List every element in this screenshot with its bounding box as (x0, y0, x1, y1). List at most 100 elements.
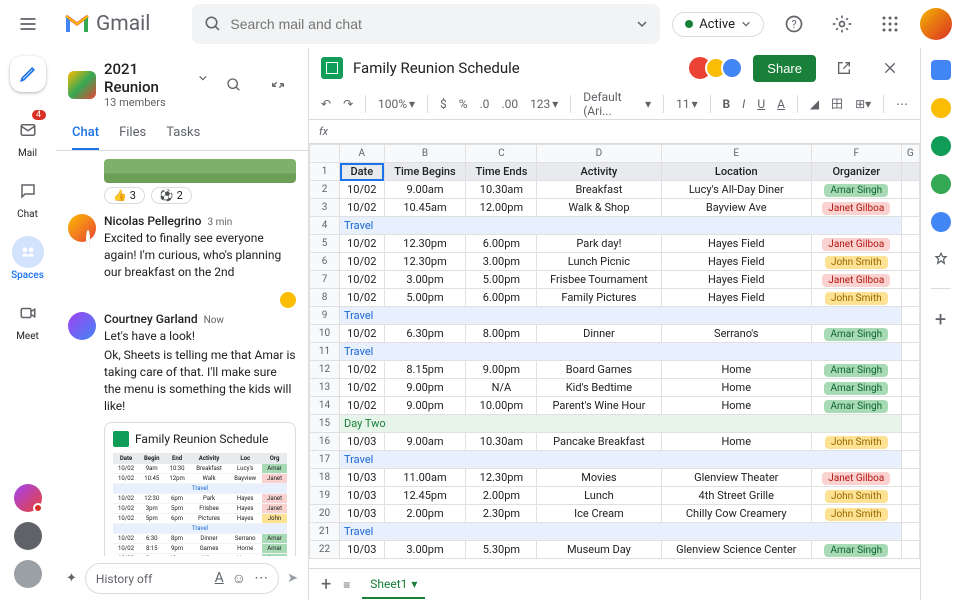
status-label: Active (699, 17, 735, 32)
sheets-icon (321, 57, 343, 79)
help-icon[interactable]: ? (776, 6, 812, 42)
left-navigation-rail: 4 Mail Chat Spaces Meet (0, 48, 56, 600)
maps-icon[interactable] (931, 212, 951, 232)
reaction-chip[interactable]: ⚽2 (151, 187, 192, 204)
all-sheets-icon[interactable]: ≡ (343, 578, 350, 592)
fill-color-button[interactable]: ◢ (810, 97, 819, 111)
space-title[interactable]: 2021 Reunion (104, 60, 208, 96)
chevron-down-icon (741, 19, 751, 29)
search-icon (204, 15, 222, 33)
sheet-panel: Family Reunion Schedule Share ↶ ↷ 100% ▾… (308, 48, 920, 600)
menu-icon[interactable] (8, 4, 48, 44)
borders-button[interactable]: 田 (831, 95, 843, 112)
addons-icon[interactable] (931, 250, 951, 270)
contacts-icon[interactable] (931, 174, 951, 194)
status-dot-icon (685, 20, 693, 28)
sheets-icon (113, 431, 129, 447)
tab-files[interactable]: Files (119, 117, 146, 150)
app-header: Gmail Active ? (0, 0, 960, 48)
italic-button[interactable]: I (742, 97, 745, 111)
compose-button[interactable] (10, 56, 46, 92)
status-pill[interactable]: Active (672, 12, 764, 37)
number-format-dropdown[interactable]: 123▾ (530, 97, 558, 111)
video-icon (19, 304, 37, 322)
sheet-tab[interactable]: Sheet1 ▾ (362, 571, 425, 599)
collaborator-avatars[interactable] (695, 57, 743, 79)
mail-badge: 4 (32, 110, 46, 120)
more-toolbar-icon[interactable]: ⋯ (896, 97, 908, 111)
nav-meet[interactable]: Meet (4, 291, 52, 348)
mail-icon (19, 121, 37, 139)
search-input[interactable] (230, 16, 636, 32)
font-size-dropdown[interactable]: 11 ▾ (676, 97, 698, 111)
reaction-avatar[interactable] (280, 292, 296, 308)
emoji-icon[interactable]: ☺ (232, 570, 246, 587)
gear-icon[interactable] (824, 6, 860, 42)
tab-tasks[interactable]: Tasks (166, 117, 200, 150)
decimal-dec-button[interactable]: .0 (479, 97, 489, 111)
sender-name: Courtney Garland (104, 312, 198, 326)
merge-button[interactable]: ⊞▾ (855, 97, 871, 111)
logo-text: Gmail (96, 12, 150, 36)
sheets-toolbar: ↶ ↷ 100% ▾ $ % .0 .00 123▾ Default (Ari.… (309, 88, 920, 120)
message-input[interactable]: History off A ☺ ⋯ (85, 563, 279, 594)
message-list[interactable]: 👍3 ⚽2 Nicolas Pellegrino3 min Excited to… (56, 151, 308, 556)
more-icon[interactable]: ⋯ (254, 570, 268, 587)
contact-avatar[interactable] (14, 560, 42, 588)
image-thumbnail[interactable] (104, 159, 296, 183)
redo-icon[interactable]: ↷ (343, 97, 353, 111)
message: Courtney GarlandNow Let's have a look! O… (68, 312, 296, 556)
underline-button[interactable]: U (757, 97, 765, 111)
share-button[interactable]: Share (753, 55, 816, 82)
sheet-header: Family Reunion Schedule Share (309, 48, 920, 88)
user-avatar[interactable] (68, 312, 96, 340)
nav-mail[interactable]: 4 Mail (4, 108, 52, 165)
open-external-icon[interactable] (826, 50, 862, 86)
apps-icon[interactable] (872, 6, 908, 42)
message-text: Ok, Sheets is telling me that Amar is ta… (104, 347, 296, 414)
chevron-down-icon[interactable] (636, 18, 648, 30)
message: Nicolas Pellegrino3 min Excited to final… (68, 214, 296, 280)
contact-avatar[interactable] (14, 522, 42, 550)
keep-icon[interactable] (931, 98, 951, 118)
bold-button[interactable]: B (722, 97, 730, 111)
space-avatar[interactable] (68, 71, 96, 99)
text-color-button[interactable]: A (777, 97, 785, 111)
spaces-icon (19, 243, 37, 261)
chat-header: 2021 Reunion 13 members (56, 52, 308, 117)
formula-bar[interactable]: fx (309, 120, 920, 144)
search-icon[interactable] (216, 67, 252, 103)
zoom-dropdown[interactable]: 100% ▾ (378, 97, 415, 111)
search-bar[interactable] (192, 4, 660, 44)
sheets-attachment-card[interactable]: Family Reunion Schedule DateBeginEndActi… (104, 422, 296, 556)
right-side-panel: + (920, 48, 960, 600)
smart-compose-icon[interactable]: ✦ (66, 571, 77, 586)
nav-chat[interactable]: Chat (4, 169, 52, 226)
sheet-title[interactable]: Family Reunion Schedule (353, 59, 685, 77)
currency-button[interactable]: $ (440, 97, 447, 111)
send-icon[interactable]: ➤ (287, 571, 298, 586)
chat-icon (19, 182, 37, 200)
timestamp: Now (204, 315, 224, 326)
format-icon[interactable]: A (215, 570, 224, 587)
add-panel-icon[interactable]: + (935, 307, 946, 331)
contact-avatar[interactable] (14, 484, 42, 512)
calendar-icon[interactable] (931, 60, 951, 80)
reaction-chip[interactable]: 👍3 (104, 187, 145, 204)
user-avatar[interactable] (68, 214, 96, 242)
gmail-logo[interactable]: Gmail (64, 12, 150, 36)
font-dropdown[interactable]: Default (Ari... ▾ (583, 90, 651, 118)
tasks-icon[interactable] (931, 136, 951, 156)
spreadsheet-grid[interactable]: ABCDEFG1DateTime BeginsTime EndsActivity… (309, 144, 920, 568)
svg-text:?: ? (791, 18, 796, 31)
collapse-icon[interactable] (260, 67, 296, 103)
tab-chat[interactable]: Chat (72, 117, 99, 150)
add-sheet-icon[interactable]: + (321, 574, 331, 595)
undo-icon[interactable]: ↶ (321, 97, 331, 111)
nav-spaces[interactable]: Spaces (4, 230, 52, 287)
decimal-inc-button[interactable]: .00 (501, 97, 518, 111)
chevron-down-icon (198, 73, 208, 83)
close-icon[interactable] (872, 50, 908, 86)
percent-button[interactable]: % (459, 97, 468, 111)
account-avatar[interactable] (920, 8, 952, 40)
